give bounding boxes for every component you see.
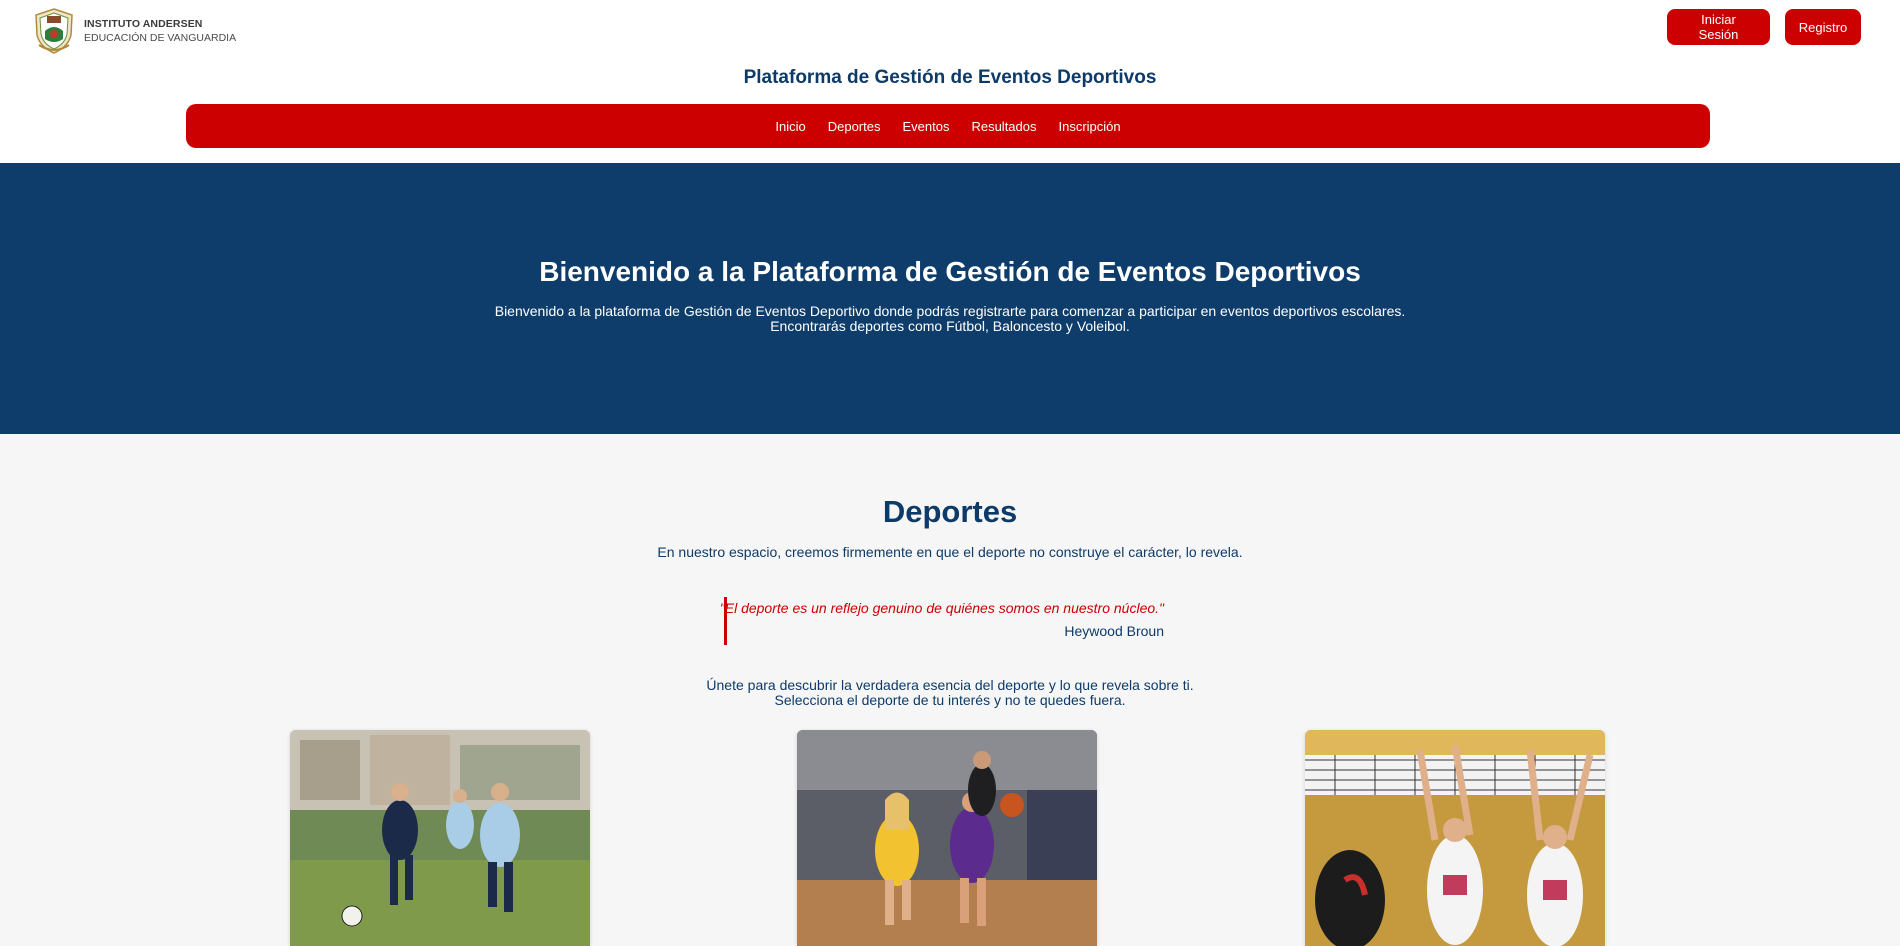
shield-logo-icon xyxy=(35,8,73,54)
sport-cards xyxy=(0,730,1900,946)
quote-text: "El deporte es un reflejo genuino de qui… xyxy=(719,600,1164,616)
logo[interactable]: INSTITUTO ANDERSEN EDUCACIÓN DE VANGUARD… xyxy=(33,7,236,55)
logo-name: INSTITUTO ANDERSEN xyxy=(84,18,203,30)
nav-item-resultados[interactable]: Resultados xyxy=(971,115,1036,138)
sports-section: Deportes En nuestro espacio, creemos fir… xyxy=(0,434,1900,946)
sports-intro: En nuestro espacio, creemos firmemente e… xyxy=(657,544,1243,560)
sports-cta: Únete para descubrir la verdadera esenci… xyxy=(0,678,1900,708)
cta-line-2: Selecciona el deporte de tu interés y no… xyxy=(774,692,1126,708)
hero-banner: Bienvenido a la Plataforma de Gestión de… xyxy=(0,163,1900,434)
nav-item-deportes[interactable]: Deportes xyxy=(828,115,881,138)
sport-card-volleyball[interactable] xyxy=(1305,730,1605,946)
main-nav: Inicio Deportes Eventos Resultados Inscr… xyxy=(186,104,1710,148)
sport-card-football[interactable] xyxy=(290,730,590,946)
auth-buttons: Iniciar Sesión Registro xyxy=(1667,9,1861,45)
volleyball-photo xyxy=(1305,730,1605,946)
nav-item-inscripcion[interactable]: Inscripción xyxy=(1059,115,1121,138)
basketball-photo xyxy=(797,730,1097,946)
quote-author: Heywood Broun xyxy=(1064,623,1164,639)
register-button[interactable]: Registro xyxy=(1785,9,1861,45)
hero-title: Bienvenido a la Plataforma de Gestión de… xyxy=(539,256,1361,287)
site-header: INSTITUTO ANDERSEN EDUCACIÓN DE VANGUARD… xyxy=(0,0,1900,163)
sport-card-basketball[interactable] xyxy=(797,730,1097,946)
site-title: Plataforma de Gestión de Eventos Deporti… xyxy=(743,67,1157,88)
nav-item-inicio[interactable]: Inicio xyxy=(775,115,805,138)
nav-item-eventos[interactable]: Eventos xyxy=(902,115,949,138)
hero-text: Bienvenido a la plataforma de Gestión de… xyxy=(494,303,1406,334)
login-button[interactable]: Iniciar Sesión xyxy=(1667,9,1770,45)
cta-line-1: Únete para descubrir la verdadera esenci… xyxy=(706,677,1194,693)
sports-title: Deportes xyxy=(882,494,1018,529)
football-photo xyxy=(290,730,590,946)
quote-block: "El deporte es un reflejo genuino de qui… xyxy=(720,597,1164,645)
logo-tagline: EDUCACIÓN DE VANGUARDIA xyxy=(84,32,237,44)
